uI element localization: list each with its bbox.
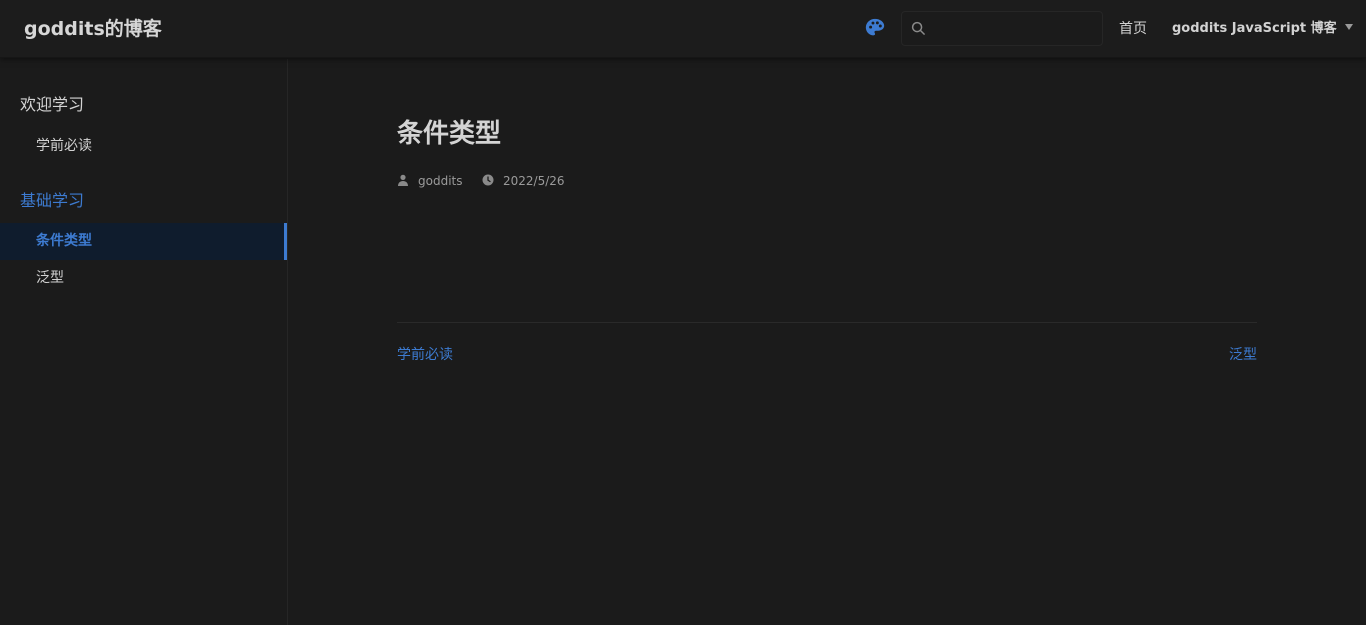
nav-dropdown-blog[interactable]: goddits JavaScript 博客 xyxy=(1172,20,1353,38)
search-box xyxy=(901,11,1103,46)
search-icon xyxy=(911,21,925,35)
meta-date: 2022/5/26 xyxy=(482,173,565,189)
meta-author: goddits xyxy=(397,173,462,189)
nav-dropdown-blog-label: goddits JavaScript 博客 xyxy=(1172,21,1337,36)
user-icon xyxy=(398,174,408,186)
palette-icon[interactable] xyxy=(864,17,886,39)
page-title: 条件类型 xyxy=(397,119,502,149)
sidebar-item-pre-reading[interactable]: 学前必读 xyxy=(0,128,287,165)
sidebar-group-welcome[interactable]: 欢迎学习 xyxy=(20,95,84,115)
nav-link-home[interactable]: 首页 xyxy=(1119,20,1147,38)
divider xyxy=(397,322,1257,323)
navbar: goddits的博客 首页 goddits JavaScript 博客 xyxy=(0,0,1366,58)
sidebar-group-basics[interactable]: 基础学习 xyxy=(20,191,84,211)
publish-date: 2022/5/26 xyxy=(503,174,565,188)
prev-page-link[interactable]: 学前必读 xyxy=(397,346,453,364)
sidebar-item-conditional-types[interactable]: 条件类型 xyxy=(0,223,287,260)
sidebar-item-label: 泛型 xyxy=(36,270,64,286)
nav-link-home-label: 首页 xyxy=(1119,21,1147,37)
next-page-link[interactable]: 泛型 xyxy=(1229,346,1257,364)
search-input[interactable] xyxy=(932,14,1100,43)
sidebar-item-generics[interactable]: 泛型 xyxy=(0,260,287,297)
author-name: goddits xyxy=(418,174,463,188)
site-name[interactable]: goddits的博客 xyxy=(24,17,162,41)
sidebar-item-label: 条件类型 xyxy=(36,233,92,249)
clock-icon xyxy=(482,174,494,186)
sidebar-item-label: 学前必读 xyxy=(36,138,92,154)
sidebar: 欢迎学习 学前必读 基础学习 条件类型 泛型 xyxy=(0,59,288,625)
chevron-down-icon xyxy=(1344,24,1353,30)
